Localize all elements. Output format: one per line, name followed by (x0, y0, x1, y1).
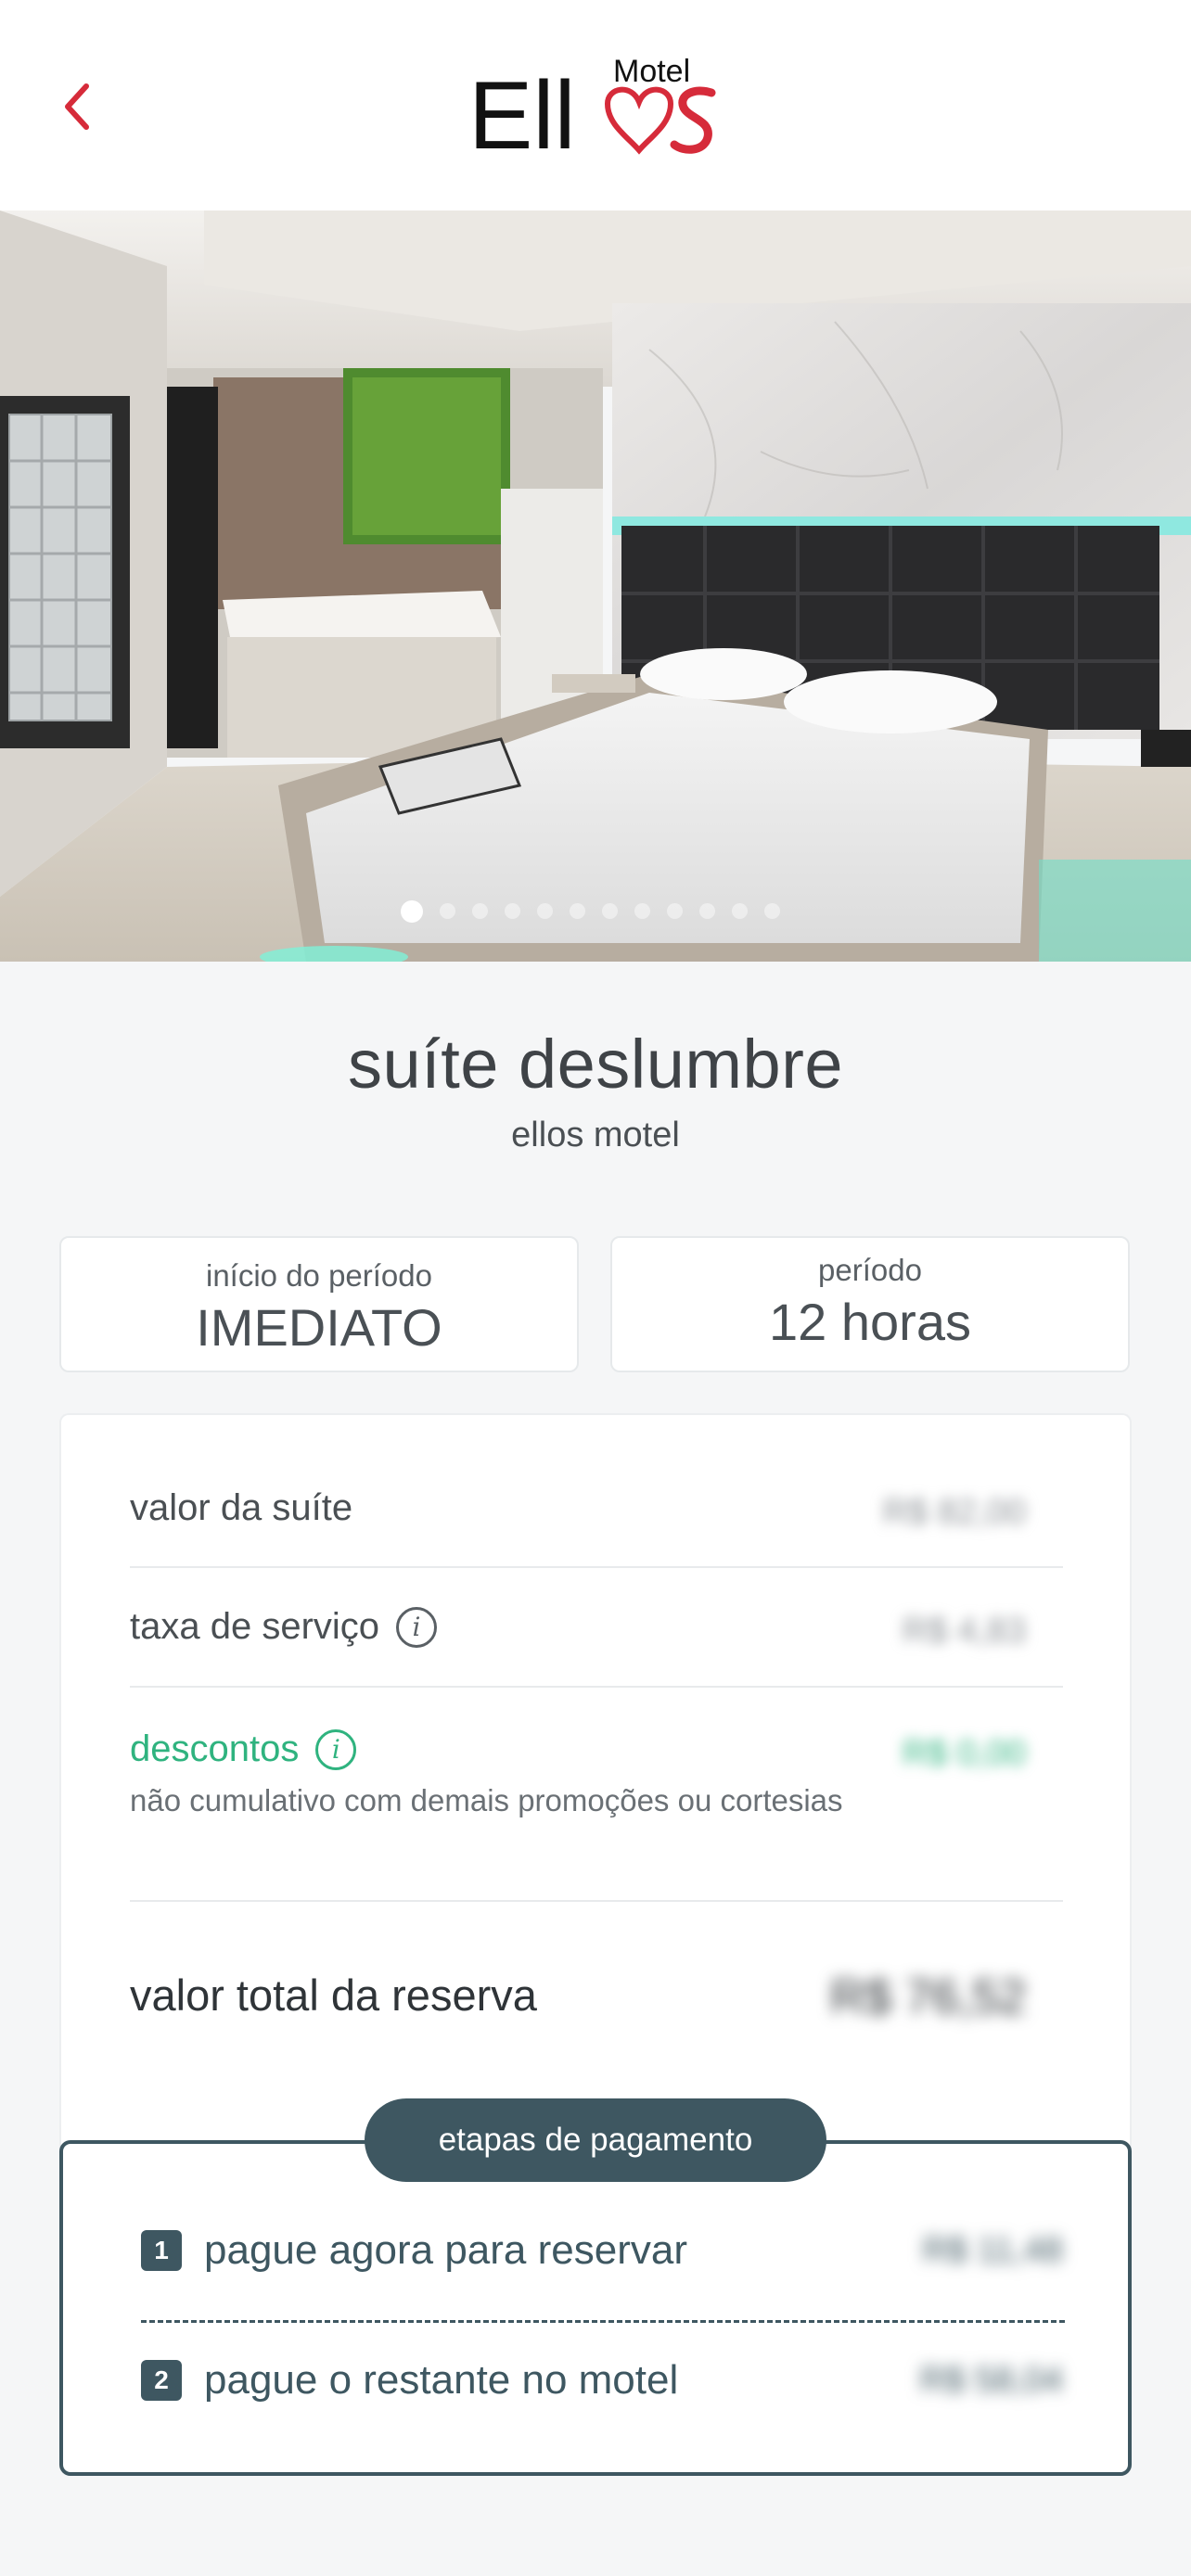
payment-steps-box: 1 pague agora para reservar R$ 11,48 2 p… (59, 2140, 1132, 2476)
motel-name: ellos motel (511, 1116, 680, 1154)
total-row: valor total da reserva R$ 76,52 (130, 1970, 1063, 2024)
app-header: Ell Motel (0, 0, 1191, 210)
gallery-dot[interactable] (698, 903, 715, 919)
gallery-dot[interactable] (666, 903, 683, 919)
period-duration-card: período 12 horas (610, 1236, 1130, 1372)
discounts-label: descontos (130, 1728, 300, 1769)
back-button[interactable] (48, 74, 104, 139)
period-start-value: IMEDIATO (196, 1298, 442, 1357)
gallery-pagination (0, 900, 1185, 923)
gallery-dot[interactable] (731, 903, 748, 919)
dashed-divider (141, 2320, 1065, 2323)
period-duration-label: período (818, 1253, 922, 1287)
step-label: pague o restante no motel (204, 2357, 679, 2403)
divider (130, 1900, 1063, 1902)
step-number-badge: 2 (141, 2360, 182, 2401)
step-1-amount: R$ 11,48 (922, 2231, 1063, 2270)
suite-photo-gallery[interactable] (0, 210, 1191, 962)
gallery-dot[interactable] (634, 903, 650, 919)
period-duration-value: 12 horas (769, 1293, 971, 1351)
gallery-dot[interactable] (536, 903, 553, 919)
step-label: pague agora para reservar (204, 2227, 687, 2273)
step-number-badge: 1 (141, 2230, 182, 2271)
price-summary-card: valor da suíte R$ 82,00 taxa de serviço … (59, 1413, 1132, 2155)
service-fee-label: taxa de serviço (130, 1606, 380, 1647)
suite-photo (0, 210, 1191, 962)
discounts-row: descontos i R$ 0,00 não cumulativo com d… (130, 1728, 1063, 1818)
suite-value-row: valor da suíte R$ 82,00 (130, 1487, 1063, 1532)
payment-steps-title: etapas de pagamento (365, 2098, 826, 2182)
discounts-amount: R$ 0,00 (902, 1734, 1026, 1773)
motel-logo: Ell Motel (468, 46, 737, 170)
suite-title: suíte deslumbre (348, 1026, 843, 1103)
chevron-left-icon (65, 83, 89, 130)
period-start-card: início do período IMEDIATO (59, 1236, 579, 1372)
service-fee-amount: R$ 4,83 (902, 1612, 1026, 1651)
info-icon[interactable]: i (315, 1728, 357, 1770)
gallery-dot[interactable] (504, 903, 520, 919)
gallery-dot[interactable] (439, 903, 455, 919)
discounts-note: não cumulativo com demais promoções ou c… (130, 1783, 843, 1817)
divider (130, 1566, 1063, 1568)
step-2-amount: R$ 58,04 (919, 2361, 1063, 2400)
divider (130, 1686, 1063, 1688)
gallery-dot[interactable] (569, 903, 585, 919)
gallery-dot[interactable] (400, 900, 423, 923)
service-fee-row: taxa de serviço i R$ 4,83 (130, 1606, 1063, 1651)
gallery-dot[interactable] (601, 903, 618, 919)
suite-value-amount: R$ 82,00 (882, 1493, 1026, 1532)
payment-step-1: 1 pague agora para reservar (141, 2227, 687, 2274)
payment-step-2: 2 pague o restante no motel (141, 2357, 678, 2404)
info-icon[interactable]: i (396, 1606, 438, 1648)
svg-text:Motel: Motel (613, 54, 690, 89)
total-amount: R$ 76,52 (829, 1970, 1026, 2024)
gallery-dot[interactable] (763, 903, 780, 919)
svg-text:Ell: Ell (468, 62, 576, 167)
gallery-dot[interactable] (471, 903, 488, 919)
period-start-label: início do período (205, 1258, 432, 1293)
